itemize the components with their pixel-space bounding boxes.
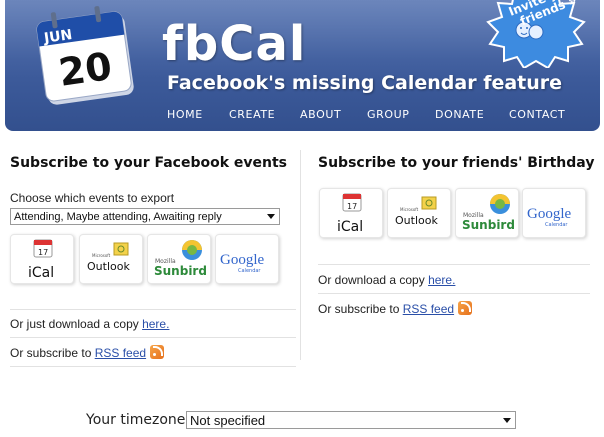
google-label: Google xyxy=(527,206,572,222)
google-calendar-birthday-button[interactable]: Google Calendar xyxy=(522,188,586,238)
google-calendar-icon: Google Calendar xyxy=(527,206,572,228)
ical-button[interactable]: 17 iCal xyxy=(10,234,74,284)
sunbird-icon: Mozilla Sunbird xyxy=(154,240,207,278)
nav-group[interactable]: Group xyxy=(367,108,410,121)
column-divider xyxy=(300,150,301,360)
ical-icon: 17 iCal xyxy=(28,239,54,281)
left-download-line: Or just download a copy here. xyxy=(10,317,169,331)
right-download-link[interactable]: here. xyxy=(428,273,455,287)
outlook-label: Outlook xyxy=(395,214,438,227)
tagline: Facebook's missing Calendar feature xyxy=(167,72,563,94)
separator xyxy=(10,309,296,310)
google-calendar-icon: Google Calendar xyxy=(220,252,265,274)
ical-label: iCal xyxy=(337,219,363,235)
brand-logo[interactable]: fbCal xyxy=(162,16,306,72)
nav-create[interactable]: Create xyxy=(229,108,275,121)
sunbird-label: Sunbird xyxy=(154,264,207,278)
nav-about[interactable]: About xyxy=(300,108,341,121)
left-column-title: Subscribe to your Facebook events xyxy=(10,155,288,171)
events-select-value: Attending, Maybe attending, Awaiting rep… xyxy=(14,210,222,223)
right-rss-link[interactable]: RSS feed xyxy=(403,302,454,316)
nav-home[interactable]: Home xyxy=(167,108,203,121)
google-label: Google xyxy=(220,252,265,268)
google-calendar-button[interactable]: Google Calendar xyxy=(215,234,279,284)
right-download-line: Or download a copy here. xyxy=(318,273,455,287)
rss-icon[interactable] xyxy=(458,301,473,315)
outlook-label: Outlook xyxy=(87,260,130,273)
left-subscribe-text: Or subscribe to xyxy=(10,346,95,360)
choose-events-label: Choose which events to export xyxy=(10,191,175,205)
left-download-text: Or just download a copy xyxy=(10,317,143,331)
nav-donate[interactable]: Donate xyxy=(435,108,484,121)
outlook-vendor: Microsoft xyxy=(92,253,111,258)
site-header: JUN 20 fbCal Facebook's missing Calendar… xyxy=(5,0,600,131)
calendar-logo-icon: JUN 20 xyxy=(36,6,134,105)
left-subscribe-line: Or subscribe to RSS feed xyxy=(10,345,165,360)
outlook-vendor: Microsoft xyxy=(400,207,419,212)
sunbird-button[interactable]: Mozilla Sunbird xyxy=(147,234,211,284)
right-download-text: Or download a copy xyxy=(318,273,429,287)
rss-icon[interactable] xyxy=(150,345,165,359)
left-rss-link[interactable]: RSS feed xyxy=(95,346,146,360)
timezone-label: Your timezone xyxy=(86,412,186,428)
ical-birthday-button[interactable]: 17 iCal xyxy=(319,188,383,238)
right-column-title: Subscribe to your friends' Birthday xyxy=(318,155,595,171)
google-sub: Calendar xyxy=(238,268,261,274)
ical-icon: 17 iCal xyxy=(337,193,363,235)
events-select[interactable]: Attending, Maybe attending, Awaiting rep… xyxy=(10,208,280,225)
left-download-link[interactable]: here. xyxy=(142,317,169,331)
right-subscribe-text: Or subscribe to xyxy=(318,302,403,316)
ical-day: 17 xyxy=(347,202,357,211)
chevron-down-icon xyxy=(503,418,511,423)
outlook-icon: Microsoft Outlook xyxy=(87,242,130,273)
outlook-birthday-button[interactable]: Microsoft Outlook xyxy=(387,188,451,238)
chevron-down-icon xyxy=(267,214,275,219)
calendar-day: 20 xyxy=(56,44,114,95)
outlook-icon: Microsoft Outlook xyxy=(395,196,438,227)
separator xyxy=(318,293,590,294)
timezone-select-value: Not specified xyxy=(190,412,266,428)
ical-label: iCal xyxy=(28,265,54,281)
timezone-select[interactable]: Not specified xyxy=(186,411,516,429)
right-subscribe-line: Or subscribe to RSS feed xyxy=(318,301,473,316)
ical-day: 17 xyxy=(38,248,48,257)
sunbird-birthday-button[interactable]: Mozilla Sunbird xyxy=(455,188,519,238)
separator xyxy=(318,264,590,265)
sunbird-icon: Mozilla Sunbird xyxy=(462,194,515,232)
outlook-button[interactable]: Microsoft Outlook xyxy=(79,234,143,284)
sunbird-label: Sunbird xyxy=(462,218,515,232)
google-sub: Calendar xyxy=(545,222,568,228)
invite-friends-badge[interactable]: Invite your friends » xyxy=(484,0,588,70)
separator xyxy=(10,366,296,367)
separator xyxy=(10,337,296,338)
nav-contact[interactable]: Contact xyxy=(509,108,565,121)
